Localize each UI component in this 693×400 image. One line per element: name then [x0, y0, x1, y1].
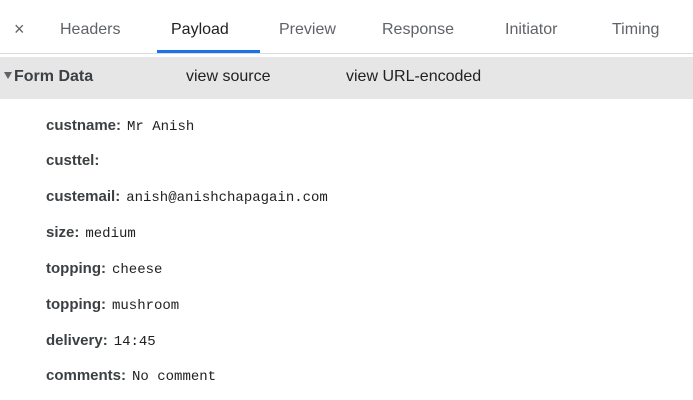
form-row: size: medium [46, 222, 136, 244]
tab-headers[interactable]: Headers [60, 20, 120, 40]
form-row: custemail: anish@anishchapagain.com [46, 186, 328, 208]
form-value: mushroom [111, 298, 180, 314]
tab-bar-divider [0, 53, 693, 54]
tab-timing[interactable]: Timing [612, 20, 659, 40]
form-key: size: [46, 224, 80, 241]
form-value: 14:45 [113, 334, 156, 350]
expand-triangle-icon[interactable] [4, 72, 12, 79]
tab-initiator[interactable]: Initiator [505, 20, 557, 40]
form-key: comments: [46, 367, 127, 384]
form-value: cheese [111, 262, 163, 278]
form-row: delivery: 14:45 [46, 330, 156, 352]
form-value: Mr Anish [127, 119, 195, 135]
form-value: medium [85, 226, 136, 242]
close-icon[interactable]: × [14, 20, 25, 38]
form-value: anish@anishchapagain.com [126, 190, 328, 206]
form-key: custtel: [46, 152, 100, 169]
tab-payload[interactable]: Payload [171, 20, 229, 40]
view-source-link[interactable]: view source [186, 67, 270, 87]
form-key: topping: [46, 296, 106, 313]
form-key: custname: [46, 117, 122, 134]
form-data-section-header[interactable]: Form Data view source view URL-encoded [0, 57, 693, 99]
form-row: custtel: [46, 150, 105, 172]
form-key: custemail: [46, 188, 121, 205]
tab-response[interactable]: Response [382, 20, 454, 40]
form-key: topping: [46, 260, 106, 277]
devtools-tab-bar: × Headers Payload Preview Response Initi… [0, 0, 693, 56]
view-url-encoded-link[interactable]: view URL-encoded [346, 67, 481, 87]
tab-preview[interactable]: Preview [279, 20, 336, 40]
form-value: No comment [132, 369, 217, 385]
form-row: custname: Mr Anish [46, 115, 194, 137]
form-row: topping: mushroom [46, 294, 179, 316]
form-row: comments: No comment [46, 365, 216, 387]
form-row: topping: cheese [46, 258, 162, 280]
form-key: delivery: [46, 332, 108, 349]
section-title: Form Data [14, 68, 94, 85]
